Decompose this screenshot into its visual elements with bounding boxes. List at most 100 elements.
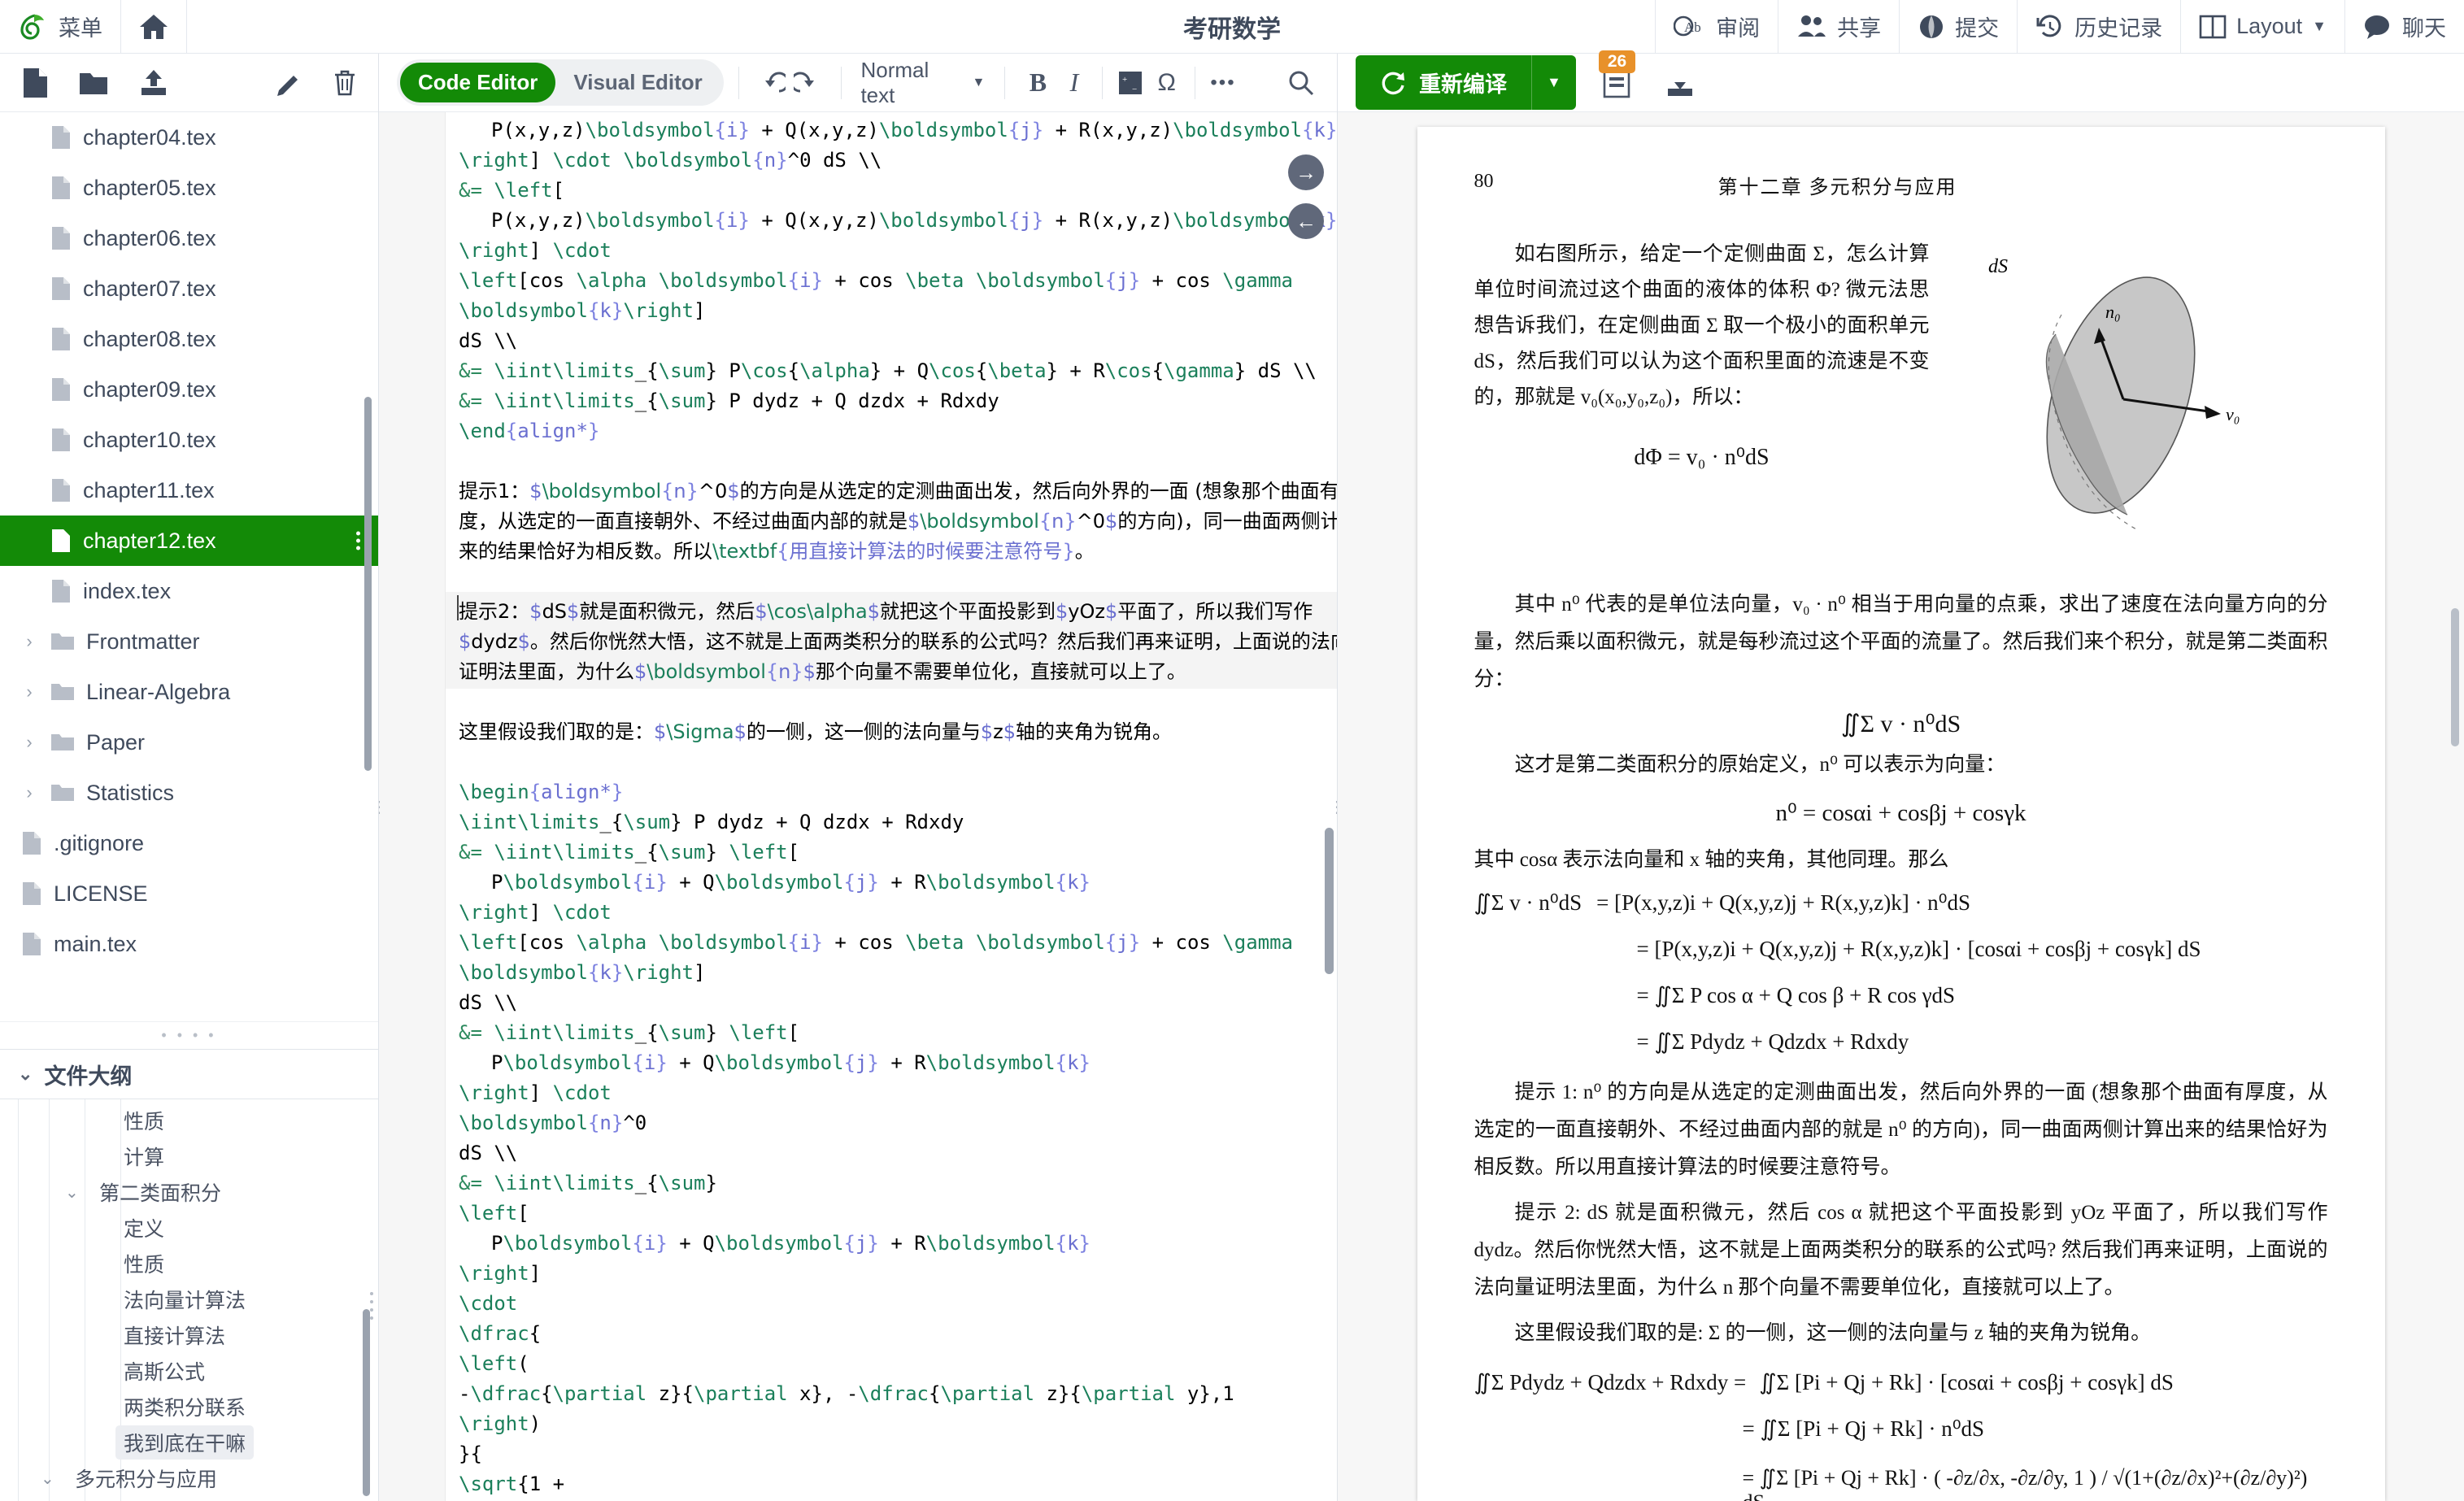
code-line[interactable]: dS \\ [446,326,1337,356]
code-line[interactable]: &= \iint\limits_{\sum} [446,1168,1337,1199]
chevron-right-icon[interactable]: › [20,732,39,753]
code-line[interactable]: 提示1：$\boldsymbol{n}^0$的方向是从选定的定测曲面出发，然后向… [446,476,1337,507]
share-button[interactable]: 共享 [1778,0,1899,53]
code-line[interactable]: \right] \cdot [446,898,1337,928]
file-tree-item[interactable]: chapter04.tex [0,112,378,163]
file-tree-item[interactable]: chapter11.tex [0,465,378,516]
code-line[interactable]: }{ [446,1439,1337,1469]
code-line[interactable]: dS \\ [446,988,1337,1018]
code-line[interactable]: \left( [446,1349,1337,1379]
file-tree-scrollbar[interactable] [364,397,372,771]
outline-item[interactable]: 两类积分联系 [0,1389,378,1425]
code-line[interactable]: \boldsymbol{k}\right] [446,296,1337,326]
search-button[interactable] [1283,62,1319,104]
new-folder-icon[interactable] [78,69,109,97]
code-line[interactable]: \begin{align*} [446,777,1337,807]
bold-button[interactable]: B [1020,62,1056,104]
outline-item[interactable]: 直接计算法 [0,1317,378,1353]
file-tree-item[interactable]: › Statistics [0,768,378,818]
review-button[interactable]: Ab 审阅 [1655,0,1778,53]
code-line[interactable]: \right] \cdot \boldsymbol{n}^0 dS \\ [446,146,1337,176]
pdf-scrollbar[interactable] [2451,608,2459,746]
file-tree-item[interactable]: chapter05.tex [0,163,378,213]
chevron-right-icon[interactable]: › [20,631,39,652]
chat-button[interactable]: 聊天 [2344,0,2464,53]
code-line[interactable]: -\dfrac{\partial z}{\partial x}, -\dfrac… [446,1379,1337,1409]
code-line[interactable]: \boldsymbol{n}^0 [446,1108,1337,1138]
rename-pencil-icon[interactable] [276,69,303,97]
file-tree-item[interactable]: index.tex [0,566,378,616]
code-line[interactable]: \left[cos \alpha \boldsymbol{i} + cos \b… [446,928,1337,958]
tab-visual-editor[interactable]: Visual Editor [555,63,720,102]
more-options-button[interactable]: ••• [1205,62,1241,104]
code-line[interactable]: \left[ [446,1199,1337,1229]
chevron-right-icon[interactable]: › [20,782,39,803]
tab-code-editor[interactable]: Code Editor [400,63,556,102]
code-line[interactable]: &= \iint\limits_{\sum} P dydz + Q dzdx +… [446,386,1337,416]
outline-scrollbar[interactable] [363,1309,370,1496]
file-tree-item[interactable]: .gitignore [0,818,378,868]
code-line[interactable]: &= \iint\limits_{\sum} \left[ [446,838,1337,868]
file-menu-kebab-icon[interactable] [356,531,360,550]
compile-log-button[interactable]: 26 [1594,50,1639,106]
code-line[interactable]: \end{align*} [446,416,1337,446]
upload-icon[interactable] [138,68,169,98]
outline-resize-dots[interactable] [370,1292,373,1320]
pdf-scroll-area[interactable]: 80 第十二章 多元积分与应用 如右图所示，给定一个定侧曲面 Σ，怎么计算单位时… [1338,112,2464,1501]
code-line[interactable]: &= \iint\limits_{\sum} P\cos{\alpha} + Q… [446,356,1337,386]
file-tree-item[interactable]: chapter07.tex [0,263,378,314]
code-line[interactable]: 来的结果恰好为相反数。所以\textbf{用直接计算法的时候要注意符号}。 [446,537,1337,567]
italic-button[interactable]: I [1056,62,1092,104]
layout-button[interactable]: Layout ▼ [2180,0,2344,53]
insert-symbol-button[interactable]: Ω [1148,62,1184,104]
code-line[interactable]: P\boldsymbol{i} + Q\boldsymbol{j} + R\bo… [446,1229,1337,1259]
history-button[interactable]: 历史记录 [2017,0,2180,53]
sidebar-resize-handle[interactable]: • • • • [0,1021,378,1049]
code-line[interactable]: dS \\ [446,1138,1337,1168]
code-line[interactable]: \cdot [446,1289,1337,1319]
outline-item[interactable]: 我到底在干嘛 [0,1425,378,1460]
code-line[interactable]: P(x,y,z)\boldsymbol{i} + Q(x,y,z)\boldsy… [446,206,1337,236]
code-line[interactable]: \left[cos \alpha \boldsymbol{i} + cos \b… [446,266,1337,296]
code-line[interactable]: &= \left[ [446,176,1337,206]
code-line[interactable]: P(x,y,z)\boldsymbol{i} + Q(x,y,z)\boldsy… [446,115,1337,146]
file-tree-item[interactable]: › Linear-Algebra [0,667,378,717]
outline-item[interactable]: 法向量计算法 [0,1281,378,1317]
new-file-icon[interactable] [21,67,49,98]
menu-button[interactable]: 菜单 [0,0,121,53]
code-line[interactable]: 这里假设我们取的是：$\Sigma$的一侧，这一侧的法向量与$z$轴的夹角为锐角… [446,717,1337,747]
file-tree-item[interactable]: main.tex [0,919,378,969]
outline-item[interactable]: 定义 [0,1210,378,1246]
file-tree-item[interactable]: chapter08.tex [0,314,378,364]
recompile-options-button[interactable]: ▼ [1531,55,1576,110]
file-tree-item[interactable]: chapter12.tex [0,516,378,566]
chevron-down-icon[interactable]: ⌄ [65,1182,79,1203]
code-line[interactable]: &= \iint\limits_{\sum} \left[ [446,1018,1337,1048]
outline-item[interactable]: ⌄ 第二类面积分 [0,1174,378,1210]
chevron-down-icon[interactable]: ⌄ [41,1468,54,1489]
recompile-button[interactable]: 重新编译 ▼ [1356,55,1576,110]
file-tree-item[interactable]: › Paper [0,717,378,768]
submit-button[interactable]: 提交 [1899,0,2017,53]
editor-right-resize-handle[interactable]: ⋮ [1329,762,1337,851]
goto-code-button[interactable]: ← [1288,203,1324,239]
code-line[interactable]: \right] [446,1259,1337,1289]
code-line[interactable]: $dydz$。然后你恍然大悟，这不就是上面两类积分的联系的公式吗？然后我们再来证… [446,627,1337,657]
code-line[interactable]: 证明法里面，为什么$\boldsymbol{n}$那个向量不需要单位化，直接就可… [446,657,1337,687]
outline-item[interactable]: 性质 [0,1103,378,1138]
undo-button[interactable] [754,62,790,104]
file-tree-item[interactable]: chapter06.tex [0,213,378,263]
outline-item[interactable]: ⌄ 多元积分与应用 [0,1460,378,1496]
code-line[interactable]: \right] \cdot [446,236,1337,266]
home-button[interactable] [121,0,187,53]
editor-left-resize-handle[interactable]: ⋮ [379,762,387,851]
code-line[interactable]: P\boldsymbol{i} + Q\boldsymbol{j} + R\bo… [446,868,1337,898]
outline-header[interactable]: ⌄ 文件大纲 [0,1049,378,1099]
outline-item[interactable]: 性质 [0,1246,378,1281]
code-line[interactable]: \right] \cdot [446,1078,1337,1108]
code-line[interactable]: P\boldsymbol{i} + Q\boldsymbol{j} + R\bo… [446,1048,1337,1078]
file-tree-item[interactable]: chapter09.tex [0,364,378,415]
file-tree-item[interactable]: chapter10.tex [0,415,378,465]
code-line[interactable]: \dfrac{ [446,1319,1337,1349]
outline-item[interactable]: 高斯公式 [0,1353,378,1389]
